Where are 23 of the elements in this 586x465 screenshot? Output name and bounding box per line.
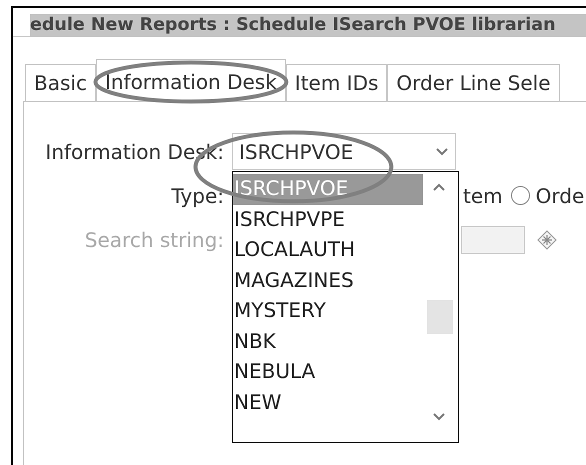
dropdown-option[interactable]: ISRCHPVPE	[233, 204, 423, 235]
tab[interactable]: Order Line Sele	[387, 64, 560, 101]
dropdown-option[interactable]: MAGAZINES	[233, 266, 423, 296]
dropdown-option[interactable]: MYSTERY	[233, 296, 423, 326]
scroll-down-icon[interactable]	[432, 412, 446, 422]
tab[interactable]: Basic	[25, 64, 96, 101]
radio-label[interactable]: tem	[463, 180, 503, 210]
dropdown-option[interactable]: NEBULA	[233, 357, 423, 388]
dropdown-option[interactable]: LOCALAUTH	[233, 235, 423, 266]
radio-button[interactable]	[510, 186, 530, 205]
dropdown-option[interactable]: NBK	[233, 326, 423, 357]
select-value: ISRCHPVOE	[239, 138, 354, 166]
field-label: Search string:	[84, 226, 224, 254]
window-title: edule New Reports : Schedule ISearch PVOE librarian	[30, 14, 586, 37]
desk-select[interactable]: ISRCHPVOE	[232, 133, 456, 170]
lookup-icon[interactable]	[537, 230, 557, 250]
dropdown-option[interactable]: NEW	[233, 388, 423, 418]
radio-label[interactable]: Orde	[536, 180, 584, 210]
chevron-down-icon[interactable]	[435, 146, 449, 156]
scroll-up-icon[interactable]	[432, 182, 446, 192]
tab[interactable]: Item IDs	[286, 64, 388, 101]
field-label: Type:	[170, 182, 224, 210]
scrollbar-thumb[interactable]	[427, 300, 453, 334]
